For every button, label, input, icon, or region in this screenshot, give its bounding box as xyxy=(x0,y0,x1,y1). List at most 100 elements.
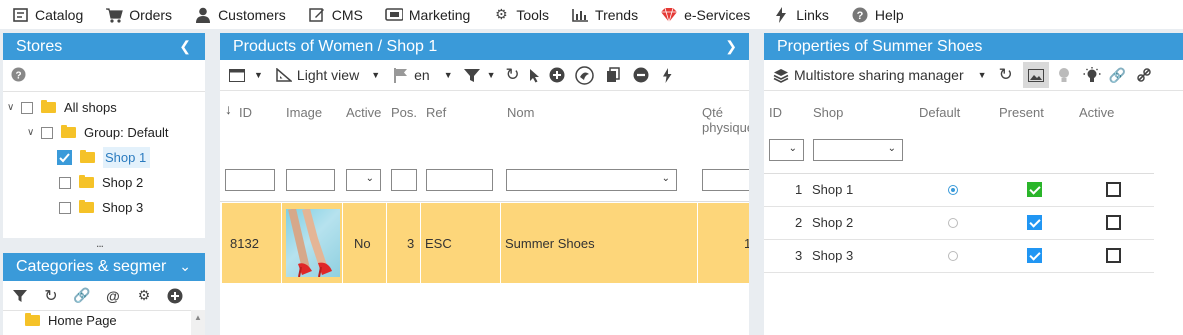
add-icon[interactable] xyxy=(546,64,568,86)
vertical-scrollbar[interactable]: ▲ xyxy=(191,310,205,335)
layers-icon[interactable] xyxy=(770,64,792,86)
link-icon[interactable]: 🔗 xyxy=(71,285,93,307)
language-dropdown-icon[interactable]: ▼ xyxy=(444,70,453,80)
active-checkbox[interactable] xyxy=(1106,182,1121,197)
at-icon[interactable]: @ xyxy=(102,285,124,307)
active-checkbox[interactable] xyxy=(1106,215,1121,230)
table-row[interactable]: 3 Shop 3 xyxy=(764,240,1154,273)
menu-orders[interactable]: Orders xyxy=(94,0,183,29)
column-header-shop[interactable]: Shop xyxy=(813,105,843,120)
shop-2-checkbox[interactable] xyxy=(59,176,71,189)
filter-image-input[interactable] xyxy=(286,169,335,191)
tree-toggle-icon[interactable]: ∨ xyxy=(27,127,41,138)
present-checkbox[interactable] xyxy=(1027,248,1042,263)
menu-help[interactable]: ? Help xyxy=(840,0,915,29)
default-radio[interactable] xyxy=(948,185,958,195)
light-view-label[interactable]: Light view xyxy=(297,67,359,83)
manager-dropdown-icon[interactable]: ▼ xyxy=(978,70,987,80)
grid-view-icon[interactable] xyxy=(226,64,248,86)
menu-catalog[interactable]: Catalog xyxy=(0,0,94,29)
filter-dropdown-icon[interactable]: ▼ xyxy=(487,70,496,80)
menu-cms[interactable]: CMS xyxy=(297,0,374,29)
refresh-icon[interactable]: ↻ xyxy=(995,64,1017,86)
sort-desc-icon[interactable]: ↓ xyxy=(225,101,232,117)
chevron-down-icon[interactable]: ⌄ xyxy=(179,258,191,275)
menu-links[interactable]: Links xyxy=(761,0,840,29)
group-default-checkbox[interactable] xyxy=(41,126,53,139)
lightbulb-off-icon[interactable] xyxy=(1053,64,1075,86)
light-view-dropdown-icon[interactable]: ▼ xyxy=(371,70,380,80)
menu-e-services[interactable]: e-Services xyxy=(649,0,761,29)
menu-customers[interactable]: Customers xyxy=(183,0,297,29)
filter-icon[interactable] xyxy=(9,285,31,307)
flag-icon[interactable] xyxy=(390,64,412,86)
filter-qty-input[interactable] xyxy=(702,169,749,191)
filter-id-select[interactable]: ⌄ xyxy=(769,139,804,161)
table-row[interactable]: 8132 No 3 ESC Summer Shoes 1 xyxy=(222,203,749,283)
column-header-active[interactable]: Active xyxy=(346,105,381,120)
refresh-icon[interactable]: ↻ xyxy=(40,285,62,307)
menu-tools[interactable]: ⚙ Tools xyxy=(481,0,560,29)
table-row[interactable]: 2 Shop 2 xyxy=(764,207,1154,240)
unlink-icon[interactable] xyxy=(1133,64,1155,86)
filter-shop-select[interactable]: ⌄ xyxy=(813,139,903,161)
menu-marketing[interactable]: Marketing xyxy=(374,0,481,29)
tree-item-group-default[interactable]: ∨ Group: Default xyxy=(3,120,205,145)
shop-3-checkbox[interactable] xyxy=(59,201,71,214)
panel-resize-handle[interactable]: ... xyxy=(96,236,104,250)
column-header-image[interactable]: Image xyxy=(286,105,322,120)
column-header-pos[interactable]: Pos. xyxy=(391,105,417,120)
tree-item-all-shops[interactable]: ∨ All shops xyxy=(3,95,205,120)
filter-name-select[interactable]: ⌄ xyxy=(506,169,677,191)
properties-toolbar: Multistore sharing manager ▼ ↻ 🔗 xyxy=(764,60,1183,91)
gear-icon[interactable]: ⚙ xyxy=(133,285,155,307)
tree-item-label: Shop 1 xyxy=(103,147,151,168)
filter-pos-input[interactable] xyxy=(391,169,417,191)
duplicate-icon[interactable] xyxy=(574,64,596,86)
tree-toggle-icon[interactable]: ∨ xyxy=(7,102,21,113)
default-radio[interactable] xyxy=(948,251,958,261)
stores-header: Stores ❮ xyxy=(3,33,205,60)
grid-view-dropdown-icon[interactable]: ▼ xyxy=(254,70,263,80)
column-header-ref[interactable]: Ref xyxy=(426,105,446,120)
table-row[interactable]: 1 Shop 1 xyxy=(764,174,1154,207)
default-radio[interactable] xyxy=(948,218,958,228)
active-checkbox[interactable] xyxy=(1106,248,1121,263)
column-header-qty[interactable]: Qté physique xyxy=(702,105,749,135)
cursor-icon[interactable] xyxy=(524,64,546,86)
present-checkbox[interactable] xyxy=(1027,182,1042,197)
bolt-icon[interactable] xyxy=(656,64,678,86)
all-shops-checkbox[interactable] xyxy=(21,101,33,114)
image-icon[interactable] xyxy=(1022,62,1049,88)
copy-icon[interactable] xyxy=(602,64,624,86)
remove-icon[interactable] xyxy=(630,64,652,86)
column-header-name[interactable]: Nom xyxy=(507,105,534,120)
add-icon[interactable] xyxy=(164,285,186,307)
filter-ref-input[interactable] xyxy=(426,169,493,191)
filter-icon[interactable] xyxy=(461,64,483,86)
tree-item-shop-1[interactable]: Shop 1 xyxy=(3,145,205,170)
column-header-default[interactable]: Default xyxy=(919,105,960,120)
column-header-active[interactable]: Active xyxy=(1079,105,1114,120)
language-label[interactable]: en xyxy=(414,67,430,83)
help-icon[interactable]: ? xyxy=(11,67,26,85)
tree-item-shop-3[interactable]: Shop 3 xyxy=(3,195,205,220)
filter-active-select[interactable]: ⌄ xyxy=(346,169,381,191)
collapse-left-icon[interactable]: ❮ xyxy=(179,38,191,55)
menu-trends[interactable]: Trends xyxy=(560,0,649,29)
present-checkbox[interactable] xyxy=(1027,215,1042,230)
column-header-present[interactable]: Present xyxy=(999,105,1044,120)
tree-item-home-page[interactable]: Home Page xyxy=(3,311,205,329)
products-title: Products of Women / Shop 1 xyxy=(233,37,438,55)
chevron-right-icon[interactable]: ❯ xyxy=(725,38,737,55)
filter-id-input[interactable] xyxy=(225,169,275,191)
column-header-id[interactable]: ID xyxy=(239,105,252,120)
tree-item-shop-2[interactable]: Shop 2 xyxy=(3,170,205,195)
ruler-icon[interactable] xyxy=(273,64,295,86)
shop-1-checkbox[interactable] xyxy=(57,150,72,165)
lightbulb-on-icon[interactable] xyxy=(1081,64,1103,86)
refresh-icon[interactable]: ↻ xyxy=(502,64,524,86)
link-icon[interactable]: 🔗 xyxy=(1107,64,1129,86)
column-header-id[interactable]: ID xyxy=(769,105,782,120)
multistore-manager-label[interactable]: Multistore sharing manager xyxy=(794,67,964,83)
